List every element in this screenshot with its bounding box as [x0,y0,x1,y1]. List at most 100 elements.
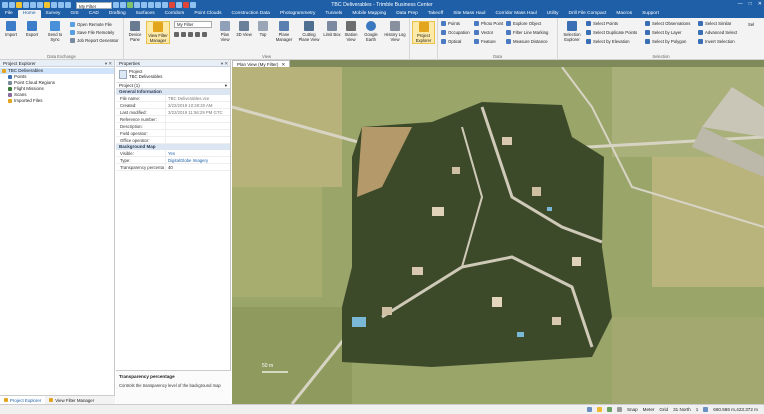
sel-overflow-button[interactable]: Sel [748,21,754,28]
tab-tunnels[interactable]: Tunnels [320,10,347,18]
tab-survey[interactable]: Survey [41,10,66,18]
tab-plan-view[interactable]: Plan View (My Filter) ✕ [232,60,291,67]
property-value[interactable] [166,137,230,143]
top-view-button[interactable]: Top [254,21,272,37]
photo-point-button[interactable]: Photo Point [474,20,503,27]
points-button[interactable]: Points [441,20,460,27]
minimize-icon[interactable]: — [738,1,743,7]
pan-icon[interactable] [51,2,57,8]
plane-manager-button[interactable]: Plane Manager [273,21,295,42]
property-value[interactable] [166,116,230,122]
save-icon[interactable] [23,2,29,8]
quick-filter-select[interactable]: My Filter [76,1,112,9]
tab-macros[interactable]: Macros [611,10,637,18]
tab-drill-file-compact[interactable]: Drill File Compact [564,10,612,18]
property-value[interactable]: 40 [166,164,230,170]
snap-toggle[interactable]: Snap [627,407,638,412]
layer-icon[interactable] [120,2,126,8]
select-by-elevation-button[interactable]: Select by Elevation [586,38,630,45]
tab-corridors[interactable]: Corridors [160,10,190,18]
optical-button[interactable]: Optical [441,38,461,45]
customize-icon[interactable] [190,2,196,8]
refresh-icon[interactable] [127,2,133,8]
plan-view-button[interactable]: Plan View [216,21,234,42]
pan-tool-icon[interactable] [174,32,179,37]
device-pane-button[interactable]: Device Pane [126,21,144,42]
zoom-icon[interactable] [58,2,64,8]
send-to-sync-button[interactable]: Send to Sync [44,21,66,42]
tab-close-icon[interactable]: ✕ [281,61,285,67]
filter-select[interactable]: My Filter [174,21,212,28]
advanced-select-button[interactable]: Advanced Select [698,29,737,36]
invert-selection-button[interactable]: Invert Selection [698,38,735,45]
open-remote-file-button[interactable]: Open Remote File [70,21,112,28]
job-report-generator-button[interactable]: Job Report Generator [70,37,119,44]
map-canvas[interactable]: 50 m [232,67,764,404]
tab-view-filter-manager[interactable]: View Filter Manager [45,396,98,404]
property-value[interactable]: DigitalGlobe Imagery [166,157,230,163]
station-view-button[interactable]: Station View [342,21,360,42]
tab-surfaces[interactable]: Surfaces [131,10,160,18]
select-icon[interactable] [44,2,50,8]
properties-pin-icon[interactable]: ▾ [221,61,223,66]
maximize-icon[interactable]: □ [749,1,752,7]
tab-site-mass-haul[interactable]: Site Mass Haul [448,10,490,18]
selection-explorer-button[interactable]: Selection Explorer [561,21,583,42]
measure-icon[interactable] [141,2,147,8]
history-log-view-button[interactable]: History Log View [383,21,407,42]
zoom-out-icon[interactable] [188,32,193,37]
3d-view-button[interactable]: 3D View [235,21,253,37]
tab-photogrammetry[interactable]: Photogrammetry [275,10,320,18]
save-file-remotely-button[interactable]: Save File Remotely [70,29,114,36]
status-tool-icon[interactable] [586,407,592,412]
measure-distance-button[interactable]: Measure Distance [506,38,548,45]
pin-icon[interactable]: ▾ [105,61,107,66]
status-grid-icon[interactable] [616,407,622,412]
open-icon[interactable] [16,2,22,8]
stop-icon[interactable] [176,2,182,8]
units-display[interactable]: Meter [643,407,655,412]
select-similar-button[interactable]: Select Similar [698,20,731,27]
target-icon[interactable] [148,2,154,8]
close-view-icon[interactable] [183,2,189,8]
limit-box-button[interactable]: Limit Box [323,21,341,37]
zoom-in-icon[interactable] [181,32,186,37]
link-icon[interactable] [155,2,161,8]
redo-icon[interactable] [37,2,43,8]
export-button[interactable]: Export [23,21,41,37]
zone-display[interactable]: 31 North [673,407,691,412]
select-by-layer-button[interactable]: Select by Layer [645,29,682,36]
status-filter-icon[interactable] [606,407,612,412]
view-icon[interactable] [162,2,168,8]
tab-data-prep[interactable]: Data Prep [391,10,423,18]
new-icon[interactable] [9,2,15,8]
import-button[interactable]: Import [2,21,20,37]
tab-point-clouds[interactable]: Point Clouds [189,10,226,18]
tab-takeoff[interactable]: Takeoff [423,10,448,18]
record-icon[interactable] [169,2,175,8]
status-layer-icon[interactable] [596,407,602,412]
orbit-icon[interactable] [202,32,207,37]
filter-line-marking-button[interactable]: Filter Line Marking [506,29,548,36]
tab-gis[interactable]: GIS [65,10,83,18]
undo-icon[interactable] [30,2,36,8]
cutting-plane-view-button[interactable]: Cutting Plane View [297,21,321,42]
panel-close-icon[interactable]: ✕ [108,61,112,66]
property-value[interactable] [166,130,230,136]
zoom-extents-icon[interactable] [195,32,200,37]
filter-icon[interactable] [113,2,119,8]
tab-mobile-mapping[interactable]: Mobile Mapping [347,10,391,18]
close-icon[interactable]: ✕ [758,1,762,7]
property-value[interactable] [166,123,230,129]
select-observations-button[interactable]: Select Observations [645,20,690,27]
tab-file[interactable]: File [0,10,18,18]
grid-icon[interactable] [134,2,140,8]
vector-button[interactable]: Vector [474,29,493,36]
select-duplicate-points-button[interactable]: Select Duplicate Points [586,29,637,36]
occupation-button[interactable]: Occupation [441,29,470,36]
project-explorer-button[interactable]: Project Explorer [412,21,435,44]
tab-cad[interactable]: CAD [84,10,104,18]
tab-support[interactable]: Support [637,10,664,18]
tab-corridor-mass-haul[interactable]: Corridor Mass Haul [490,10,541,18]
view-filter-manager-button[interactable]: View Filter Manager [146,21,170,44]
